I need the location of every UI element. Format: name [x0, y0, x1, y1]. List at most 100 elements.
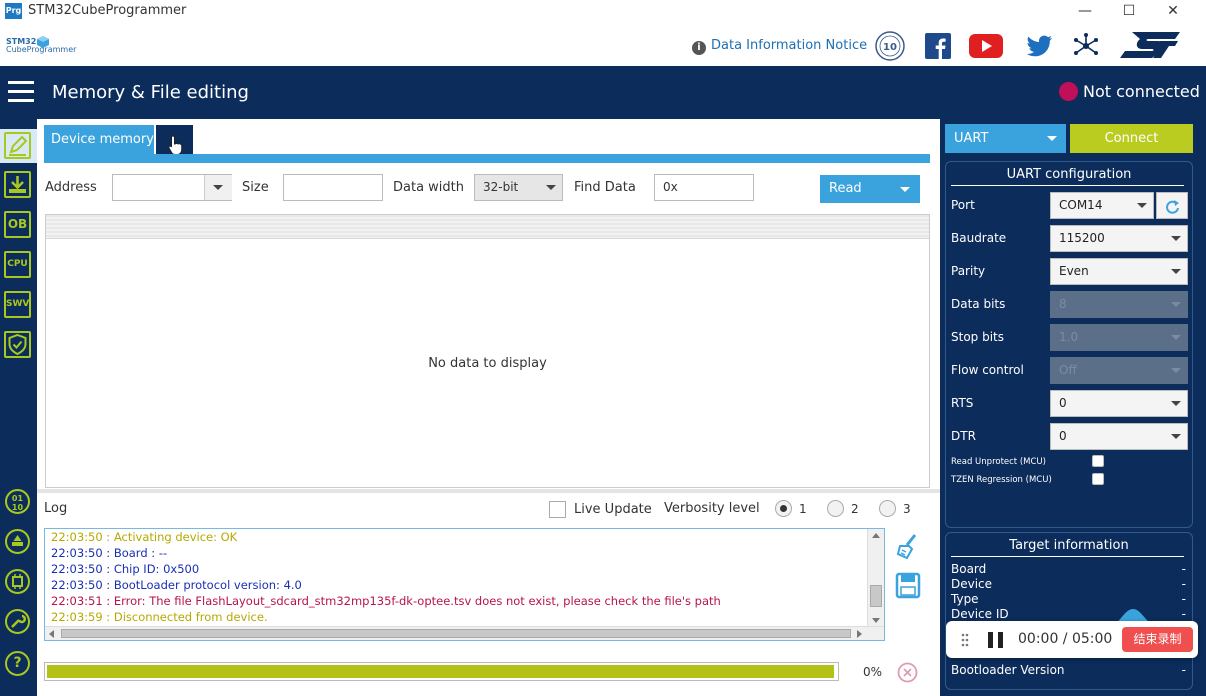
- target-field-label: Device: [951, 577, 993, 591]
- facebook-icon[interactable]: [925, 33, 951, 59]
- youtube-icon[interactable]: [969, 34, 1003, 58]
- screen-recorder-toolbar: 00:00 / 05:00 结束录制: [946, 621, 1198, 658]
- uart-field-select: 8: [1050, 291, 1188, 318]
- target-field-label: Device ID: [951, 607, 1009, 621]
- target-field-value: -: [1181, 592, 1186, 606]
- verbosity-option-1: 1: [799, 502, 807, 516]
- splitter[interactable]: [37, 489, 940, 493]
- read-button[interactable]: Read: [820, 175, 920, 203]
- interface-select[interactable]: UART: [945, 124, 1066, 153]
- close-window-button[interactable]: ✕: [1150, 0, 1196, 22]
- log-vertical-scrollbar[interactable]: [867, 529, 884, 626]
- log-horizontal-scrollbar[interactable]: [45, 626, 884, 640]
- sidebar-item-ob[interactable]: OB: [4, 211, 31, 238]
- empty-message: No data to display: [428, 356, 547, 371]
- log-output[interactable]: 22:03:50 : Activating device: OK 22:03:50…: [44, 528, 885, 641]
- clear-log-icon[interactable]: [895, 533, 921, 559]
- size-input[interactable]: [283, 174, 383, 201]
- minimize-button[interactable]: —: [1062, 0, 1108, 22]
- uart-field-select: 1.0: [1050, 324, 1188, 351]
- menu-icon[interactable]: [8, 81, 34, 103]
- read-unprotect-label: Read Unprotect (MCU): [951, 457, 1046, 467]
- uart-field-select[interactable]: Even: [1050, 258, 1188, 285]
- log-line: 22:03:50 : BootLoader protocol version: …: [51, 578, 302, 592]
- target-field-value: -: [1181, 562, 1186, 576]
- chevron-down-icon: [1171, 434, 1181, 439]
- log-hscroll-thumb[interactable]: [61, 629, 851, 638]
- window-title-bar: Prg STM32CubeProgrammer — ☐ ✕: [0, 0, 1206, 22]
- verbosity-option-2: 2: [851, 502, 859, 516]
- uart-config-title: UART configuration: [1006, 167, 1132, 182]
- verbosity-label: Verbosity level: [664, 501, 760, 516]
- sidebar-item-download[interactable]: [4, 171, 31, 198]
- chevron-down-icon: [900, 187, 910, 192]
- uart-field-select[interactable]: 0: [1050, 390, 1188, 417]
- size-label: Size: [242, 180, 269, 195]
- verbosity-radio-3[interactable]: [879, 500, 896, 517]
- read-unprotect-checkbox[interactable]: [1092, 455, 1104, 467]
- sidebar-item-help[interactable]: ?: [5, 651, 30, 676]
- beta-icon: [12, 535, 23, 546]
- uart-field-label: Stop bits: [951, 330, 1005, 344]
- twitter-icon[interactable]: [1027, 35, 1053, 57]
- pencil-icon: [9, 135, 28, 156]
- sidebar-item-security[interactable]: [4, 331, 31, 358]
- connection-panel: UART Connect UART configuration Port COM1…: [940, 119, 1206, 696]
- data-information-notice-link[interactable]: i Data Information Notice: [692, 38, 867, 55]
- find-data-input[interactable]: 0x: [654, 174, 754, 201]
- cube-logo-icon: [37, 36, 49, 48]
- tab-open-file[interactable]: [156, 125, 193, 155]
- chevron-down-icon: [1171, 335, 1181, 340]
- anniversary-badge-icon: 10: [875, 31, 905, 61]
- refresh-ports-button[interactable]: [1156, 192, 1188, 219]
- download-icon: [9, 176, 26, 193]
- tab-device-memory[interactable]: Device memory: [44, 125, 154, 155]
- chevron-down-icon: [1171, 269, 1181, 274]
- chevron-down-icon: [1171, 401, 1181, 406]
- connect-button[interactable]: Connect: [1070, 124, 1193, 153]
- data-width-label: Data width: [393, 180, 465, 195]
- recording-time: 00:00 / 05:00: [1018, 631, 1113, 647]
- save-log-icon[interactable]: [895, 572, 921, 599]
- top-bar: Memory & File editing Not connected: [0, 66, 1206, 119]
- log-line: 22:03:59 : Disconnected from device.: [51, 610, 268, 624]
- chevron-down-icon: [1171, 368, 1181, 373]
- pause-icon[interactable]: [988, 632, 1004, 648]
- chevron-down-icon: [1171, 236, 1181, 241]
- target-info-title: Target information: [1009, 538, 1129, 553]
- sidebar-item-tools[interactable]: [5, 609, 30, 634]
- data-width-select[interactable]: 32-bit: [474, 174, 563, 201]
- log-scroll-thumb[interactable]: [870, 585, 882, 607]
- address-dropdown-button[interactable]: [204, 175, 232, 200]
- uart-field-label: Flow control: [951, 363, 1024, 377]
- log-line: 22:03:50 : Board : --: [51, 546, 168, 560]
- sidebar-item-cpu[interactable]: CPU: [4, 251, 31, 278]
- stop-recording-button[interactable]: 结束录制: [1122, 627, 1193, 652]
- sidebar-item-chip[interactable]: [5, 569, 30, 594]
- sidebar-item-swv[interactable]: SWV: [4, 291, 31, 318]
- memory-data-grid[interactable]: No data to display: [45, 214, 930, 488]
- st-logo-icon: [1120, 32, 1180, 58]
- bootloader-version-label: Bootloader Version: [951, 663, 1065, 677]
- maximize-button[interactable]: ☐: [1106, 0, 1152, 22]
- uart-field-select: Off: [1050, 357, 1188, 384]
- uart-field-select[interactable]: 0: [1050, 423, 1188, 450]
- bootloader-version-value: -: [1181, 663, 1186, 677]
- uart-field-select[interactable]: 115200: [1050, 225, 1188, 252]
- verbosity-radio-2[interactable]: [827, 500, 844, 517]
- uart-field-label: Port: [951, 198, 975, 212]
- network-share-icon[interactable]: [1073, 33, 1099, 59]
- sidebar-item-beta[interactable]: [5, 529, 30, 554]
- uart-field-label: Data bits: [951, 297, 1006, 311]
- cancel-icon[interactable]: [897, 662, 918, 683]
- progress-percent: 0%: [863, 665, 883, 679]
- sidebar-item-binary[interactable]: 01 10: [5, 489, 30, 514]
- live-update-checkbox[interactable]: [549, 501, 566, 518]
- verbosity-radio-1[interactable]: [775, 500, 792, 517]
- sidebar: OB CPU SWV 01 10 ?: [0, 119, 37, 696]
- live-update-label: Live Update: [574, 502, 652, 517]
- sidebar-item-memory-editing[interactable]: [4, 132, 31, 159]
- uart-field-select[interactable]: COM14: [1050, 192, 1154, 219]
- drag-handle-icon[interactable]: [961, 633, 969, 647]
- tzen-regression-checkbox[interactable]: [1092, 473, 1104, 485]
